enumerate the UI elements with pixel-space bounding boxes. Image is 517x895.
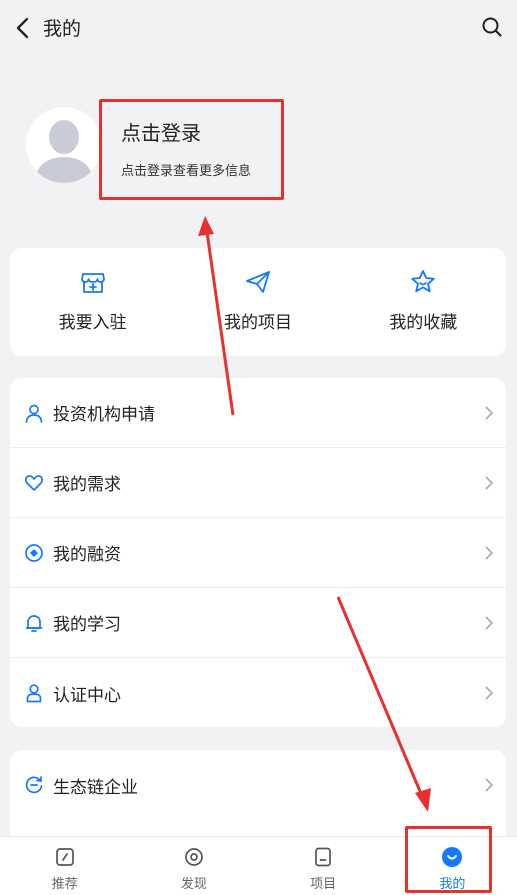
diamond-icon [25, 543, 43, 562]
chevron-right-icon [485, 686, 494, 700]
menu-item-my-needs[interactable]: 我的需求 [10, 448, 506, 518]
chevron-right-icon [485, 475, 494, 490]
person-icon [26, 684, 42, 703]
chevron-right-icon [485, 405, 494, 420]
annotation-box-mine-tab [405, 826, 492, 893]
quick-action-label: 我要入驻 [58, 313, 127, 333]
annotation-box-login [99, 99, 284, 200]
chevron-left-icon[interactable] [12, 16, 34, 40]
quick-action-label: 我的收藏 [389, 313, 458, 333]
chevron-right-icon [485, 615, 494, 630]
avatar[interactable] [26, 107, 102, 183]
project-icon [315, 847, 331, 867]
menu-item-my-financing[interactable]: 我的融资 [10, 518, 506, 588]
user-icon [25, 404, 43, 423]
heart-icon [24, 474, 44, 491]
menu-card: 投资机构申请 我的需求 我的融资 我的学习 认证中心 [10, 378, 506, 727]
discover-icon [185, 848, 203, 866]
tab-discover[interactable]: 发现 [129, 837, 258, 895]
menu-item-label: 我的融资 [53, 545, 121, 565]
star-icon [411, 270, 436, 293]
page-title: 我的 [43, 18, 82, 40]
tab-label: 发现 [180, 877, 207, 892]
quick-action-label: 我的项目 [223, 313, 292, 333]
menu-item-label: 生态链企业 [53, 777, 138, 798]
menu-item-certification-center[interactable]: 认证中心 [10, 658, 506, 728]
menu-item-label: 我的学习 [53, 615, 121, 635]
menu-item-my-learning[interactable]: 我的学习 [10, 588, 506, 658]
search-icon[interactable] [481, 16, 503, 38]
tab-recommend[interactable]: 推荐 [0, 837, 129, 895]
menu-item-ecosystem-companies[interactable]: 生态链企业 [10, 750, 506, 820]
annotation-arrowhead-up [198, 216, 214, 236]
send-icon [246, 271, 270, 293]
quick-action-my-projects[interactable]: 我的项目 [175, 248, 340, 356]
header: 我的 [0, 0, 517, 56]
store-icon [80, 273, 105, 293]
quick-action-settle-in[interactable]: 我要入驻 [10, 248, 175, 356]
tab-project[interactable]: 项目 [259, 837, 388, 895]
menu-item-investor-application[interactable]: 投资机构申请 [10, 378, 506, 448]
menu-item-label: 我的需求 [53, 475, 121, 495]
chevron-right-icon [485, 545, 494, 560]
bell-icon [25, 614, 43, 632]
menu-item-label: 认证中心 [53, 685, 121, 706]
refresh-icon [25, 776, 43, 794]
avatar-placeholder-icon [26, 107, 102, 183]
quick-actions-card: 我要入驻 我的项目 我的收藏 [10, 248, 506, 356]
tab-label: 项目 [310, 877, 337, 892]
chevron-right-icon [485, 778, 494, 792]
recommend-icon [55, 848, 74, 866]
quick-action-my-favorites[interactable]: 我的收藏 [341, 248, 506, 356]
menu-item-label: 投资机构申请 [53, 405, 155, 425]
tab-label: 推荐 [51, 877, 78, 892]
